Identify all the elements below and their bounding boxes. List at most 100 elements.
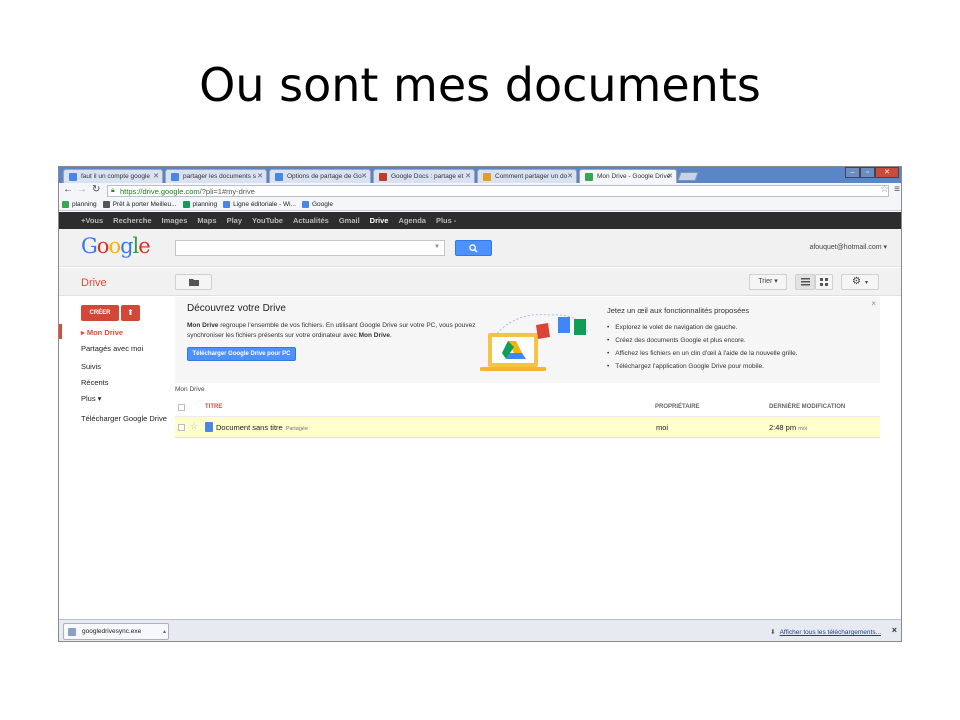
- gbar-drive[interactable]: Drive: [370, 216, 389, 225]
- new-tab-button[interactable]: [677, 172, 699, 181]
- gbar-play[interactable]: Play: [227, 216, 242, 225]
- grid-view-icon: [820, 278, 828, 286]
- back-icon[interactable]: ←: [63, 184, 73, 195]
- bookmark-planning-sheet[interactable]: planning: [182, 201, 217, 208]
- bookmark-icon: [102, 201, 110, 208]
- gbar-gmail[interactable]: Gmail: [339, 216, 360, 225]
- sidebar-item-plus[interactable]: Plus ▾: [81, 394, 101, 403]
- star-icon[interactable]: ☆: [190, 421, 198, 432]
- tab-1[interactable]: partager les documents s ✕: [165, 169, 267, 183]
- bookmark-icon: [62, 201, 69, 208]
- upload-button[interactable]: ⬆: [121, 305, 140, 321]
- sidebar-item-recents[interactable]: Récents: [81, 378, 109, 387]
- chevron-up-icon[interactable]: ▴: [163, 628, 166, 635]
- tab-strip: faut il un compte google ✕ partager les …: [59, 167, 901, 183]
- account-menu[interactable]: afouquet@hotmail.com ▾: [809, 243, 887, 251]
- row-checkbox[interactable]: [178, 424, 185, 431]
- gbar-actualites[interactable]: Actualités: [293, 216, 329, 225]
- file-name[interactable]: Document sans titre: [216, 423, 283, 432]
- list-view-button[interactable]: [795, 274, 815, 290]
- gbar-plus[interactable]: Plus -: [436, 216, 456, 225]
- close-window-button[interactable]: ✕: [875, 167, 899, 178]
- promo-title: Découvrez votre Drive: [187, 303, 286, 314]
- file-owner: moi: [656, 423, 669, 432]
- table-row[interactable]: ☆ Document sans titre Partagée moi 2:48 p…: [175, 417, 880, 438]
- tab-2[interactable]: Options de partage de Go ✕: [269, 169, 371, 183]
- active-nav-marker: [59, 324, 62, 339]
- show-all-downloads-link[interactable]: Afficher tous les téléchargements...: [770, 628, 881, 636]
- search-icon: [469, 244, 478, 253]
- close-promo-icon[interactable]: ×: [871, 299, 876, 308]
- search-button[interactable]: [455, 240, 492, 256]
- sidebar-item-partages[interactable]: Partagés avec moi: [81, 344, 143, 353]
- maximize-button[interactable]: ▫: [860, 167, 875, 178]
- favicon-icon: [483, 173, 491, 181]
- search-input[interactable]: ▼: [175, 240, 445, 256]
- close-tab-icon[interactable]: ✕: [361, 172, 367, 180]
- sidebar-item-suivis[interactable]: Suivis: [81, 362, 101, 371]
- close-tab-icon[interactable]: ✕: [153, 172, 159, 180]
- google-logo[interactable]: Google: [81, 234, 151, 258]
- gear-icon: ⚙: [852, 276, 861, 287]
- reload-icon[interactable]: ↻: [92, 184, 100, 195]
- bookmarks-bar: planning Prêt à porter Meilleu... planni…: [59, 199, 901, 211]
- download-drive-pc-button[interactable]: Télécharger Google Drive pour PC: [187, 347, 296, 361]
- chevron-down-icon[interactable]: ▼: [434, 244, 440, 250]
- gbar-agenda[interactable]: Agenda: [398, 216, 426, 225]
- file-title[interactable]: Document sans titre Partagée: [216, 423, 308, 432]
- close-tab-icon[interactable]: ✕: [567, 172, 573, 180]
- gbar-maps[interactable]: Maps: [197, 216, 216, 225]
- select-all-checkbox[interactable]: [178, 404, 185, 411]
- gbar-youtube[interactable]: YouTube: [252, 216, 283, 225]
- create-button[interactable]: CRÉER: [81, 305, 119, 321]
- url-path: /?pli=1#my-drive: [199, 187, 255, 196]
- forward-icon[interactable]: →: [77, 184, 87, 195]
- bookmark-pret-a-porter[interactable]: Prêt à porter Meilleu...: [102, 201, 177, 208]
- download-filename: googledrivesync.exe: [82, 628, 142, 635]
- bookmark-icon: [301, 201, 309, 208]
- modified-by: moi: [798, 426, 808, 432]
- bookmark-planning[interactable]: planning: [62, 201, 97, 208]
- column-modified[interactable]: DERNIÈRE MODIFICATION: [769, 404, 845, 410]
- logo-letter: o: [108, 234, 121, 258]
- bookmark-star-icon[interactable]: ☆: [880, 184, 889, 195]
- breadcrumb[interactable]: Mon Drive: [175, 386, 205, 393]
- grid-view-button[interactable]: [815, 274, 833, 290]
- sidebar-item-download-drive[interactable]: Télécharger Google Drive: [81, 414, 167, 423]
- bookmark-icon: [223, 201, 231, 208]
- column-owner[interactable]: PROPRIÉTAIRE: [655, 404, 700, 410]
- sort-button[interactable]: Trier ▾: [749, 274, 787, 290]
- tab-5-active[interactable]: Mon Drive - Google Drive ✕: [579, 169, 677, 183]
- tab-label: Comment partager un do: [495, 173, 568, 180]
- bookmark-ligne-editoriale[interactable]: Ligne éditoriale - Wi...: [223, 201, 296, 208]
- bookmark-google[interactable]: Google: [301, 201, 333, 208]
- gbar-plus-vous[interactable]: +Vous: [81, 216, 103, 225]
- logo-letter: e: [138, 234, 150, 258]
- close-tab-icon[interactable]: ✕: [257, 172, 263, 180]
- feature-item: Téléchargez l'application Google Drive p…: [607, 360, 798, 373]
- address-bar[interactable]: 🔒︎ https://drive.google.com/?pli=1#my-dr…: [107, 185, 889, 197]
- bookmark-icon: [182, 201, 190, 208]
- bookmark-label: Prêt à porter Meilleu...: [112, 201, 177, 208]
- drive-toolbar: Drive Trier ▾ ⚙ ▾: [59, 268, 901, 296]
- shared-tag: Partagée: [285, 426, 309, 432]
- download-item[interactable]: googledrivesync.exe ▴: [63, 623, 169, 640]
- drive-favicon-icon: [585, 173, 593, 181]
- close-tab-icon[interactable]: ✕: [667, 172, 673, 180]
- promo-panel: Découvrez votre Drive Mon Drive regroupe…: [175, 297, 880, 383]
- column-title[interactable]: TITRE: [205, 404, 222, 410]
- new-folder-button[interactable]: [175, 274, 212, 290]
- url-bar-row: ← → ↻ 🔒︎ https://drive.google.com/?pli=1…: [59, 183, 901, 199]
- tab-0[interactable]: faut il un compte google ✕: [63, 169, 163, 183]
- menu-icon[interactable]: ≡: [894, 184, 900, 195]
- tab-3[interactable]: Google Docs : partage et ✕: [373, 169, 475, 183]
- close-downloads-icon[interactable]: ×: [892, 625, 897, 635]
- settings-button[interactable]: ⚙ ▾: [841, 274, 879, 290]
- gbar-images[interactable]: Images: [162, 216, 188, 225]
- minimize-button[interactable]: –: [845, 167, 860, 178]
- sidebar-item-mon-drive[interactable]: ▸ Mon Drive: [81, 328, 123, 337]
- gbar-recherche[interactable]: Recherche: [113, 216, 151, 225]
- logo-letter: o: [96, 234, 110, 258]
- close-tab-icon[interactable]: ✕: [465, 172, 471, 180]
- tab-4[interactable]: Comment partager un do ✕: [477, 169, 577, 183]
